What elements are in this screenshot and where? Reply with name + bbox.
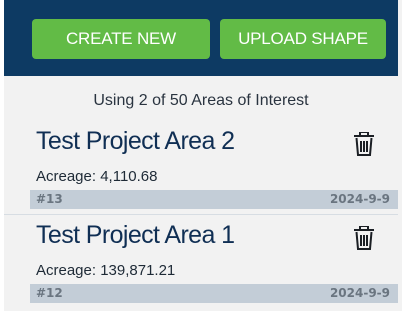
action-bar: CREATE NEW UPLOAD SHAPE <box>4 0 398 76</box>
project-meta-bar: #12 2024-9-9 <box>30 284 398 303</box>
trash-icon[interactable] <box>353 132 375 156</box>
project-id: #12 <box>36 286 63 300</box>
right-border <box>402 0 406 311</box>
project-title[interactable]: Test Project Area 2 <box>36 127 235 156</box>
project-acreage: Acreage: 139,871.21 <box>36 262 176 279</box>
trash-icon[interactable] <box>353 226 375 250</box>
project-meta-bar: #13 2024-9-9 <box>30 190 398 209</box>
upload-shape-button[interactable]: UPLOAD SHAPE <box>220 19 386 59</box>
project-title[interactable]: Test Project Area 1 <box>36 221 235 250</box>
project-date: 2024-9-9 <box>329 192 390 206</box>
project-id: #13 <box>36 192 63 206</box>
aoi-usage-text: Using 2 of 50 Areas of Interest <box>93 92 309 109</box>
card-divider <box>4 214 398 215</box>
project-date: 2024-9-9 <box>329 286 390 300</box>
create-new-button[interactable]: CREATE NEW <box>32 19 210 59</box>
aoi-panel: CREATE NEW UPLOAD SHAPE Using 2 of 50 Ar… <box>0 0 406 311</box>
project-acreage: Acreage: 4,110.68 <box>36 168 158 185</box>
